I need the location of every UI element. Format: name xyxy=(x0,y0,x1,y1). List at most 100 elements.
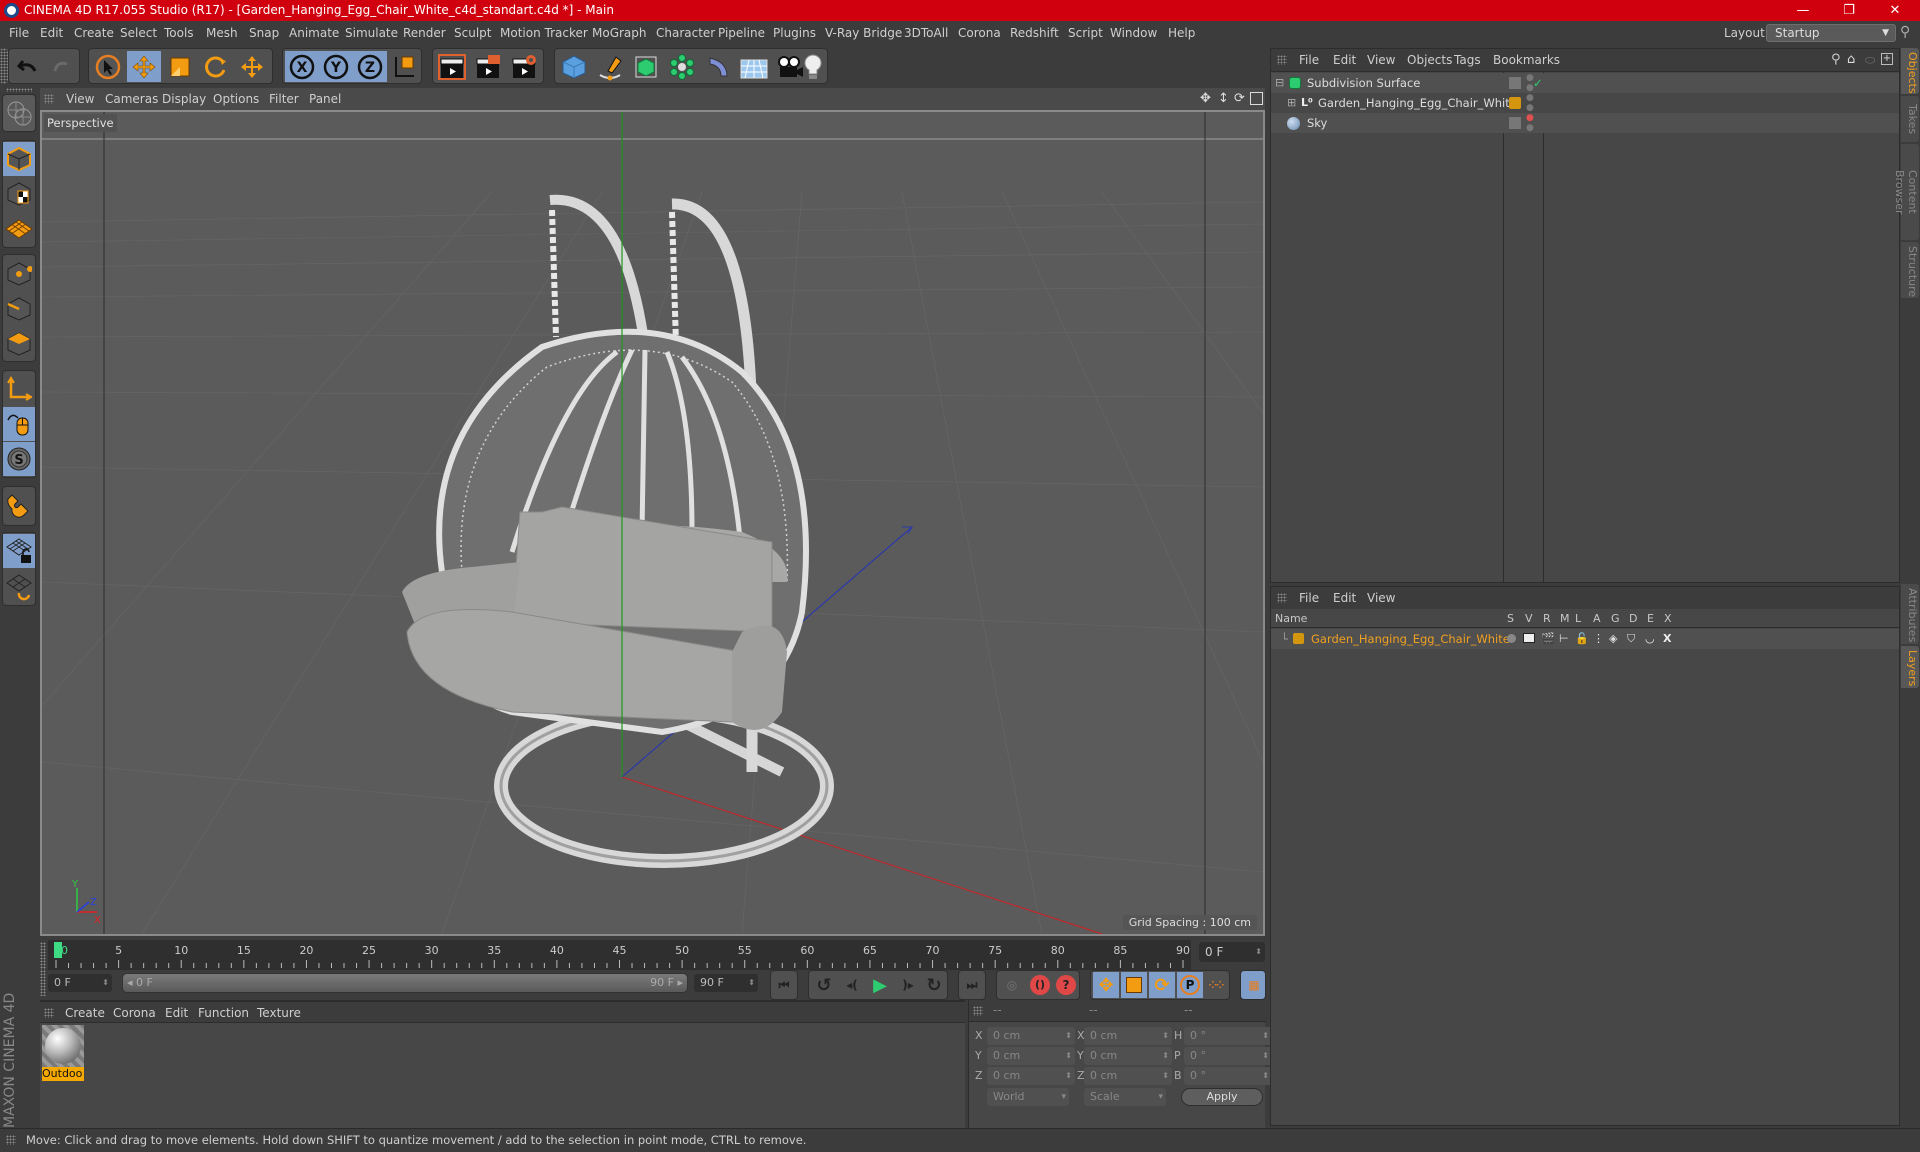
lock-workplane-icon[interactable] xyxy=(3,534,35,568)
tab-attributes[interactable]: Attributes xyxy=(1901,584,1919,644)
autokey-help-icon[interactable]: ? xyxy=(1053,972,1079,998)
texture-mode-icon[interactable] xyxy=(3,177,35,211)
make-editable-icon[interactable] xyxy=(3,96,35,130)
visibility-dots-icon[interactable]: ● ● xyxy=(1526,93,1534,113)
layer-color-swatch[interactable] xyxy=(1293,633,1304,644)
start-frame-field[interactable]: 0 F ⬍ xyxy=(48,974,112,992)
dolly-icon[interactable]: ↕ xyxy=(1218,88,1229,110)
rot-p-field[interactable]: 0 ° ⬍ xyxy=(1184,1047,1272,1065)
material-menu-texture[interactable]: Texture xyxy=(257,1002,301,1024)
menu-sculpt[interactable]: Sculpt xyxy=(454,21,491,46)
layers-menu-file[interactable]: File xyxy=(1299,587,1319,609)
menu-select[interactable]: Select xyxy=(120,21,157,46)
menu-tools[interactable]: Tools xyxy=(164,21,194,46)
viewport-menu-display[interactable]: Display xyxy=(162,88,206,110)
size-y-field[interactable]: 0 cm ⬍ xyxy=(1084,1047,1172,1065)
deformer-icon[interactable] xyxy=(701,51,735,82)
viewport-menu-cameras[interactable]: Cameras xyxy=(105,88,158,110)
viewport-menu-view[interactable]: View xyxy=(66,88,94,110)
material-grip[interactable] xyxy=(44,1008,54,1018)
model-mode-icon[interactable] xyxy=(3,142,35,176)
objects-menu-objects[interactable]: Objects xyxy=(1407,49,1452,71)
go-to-start-icon[interactable]: ⏮ xyxy=(771,972,797,998)
pen-spline-icon[interactable] xyxy=(593,51,627,82)
timeline-window-icon[interactable]: ▦ xyxy=(1241,972,1267,998)
maximize-view-icon[interactable] xyxy=(1250,92,1263,105)
go-to-prev-key-icon[interactable]: ↺ xyxy=(811,972,837,998)
key-pla-icon[interactable]: ⁘⁘ xyxy=(1203,972,1229,998)
tab-objects[interactable]: Objects xyxy=(1901,48,1919,94)
play-forward-step-icon[interactable]: )▸ xyxy=(895,972,921,998)
menu-script[interactable]: Script xyxy=(1068,21,1103,46)
menu-vray-bridge[interactable]: V-Ray Bridge xyxy=(825,21,902,46)
viewport-menu-panel[interactable]: Panel xyxy=(309,88,341,110)
deformers-toggle-icon[interactable]: ⛉ xyxy=(1627,629,1635,649)
render-picture-viewer-icon[interactable] xyxy=(471,51,505,82)
rot-b-field[interactable]: 0 ° ⬍ xyxy=(1184,1067,1272,1085)
menu-create[interactable]: Create xyxy=(74,21,114,46)
cube-icon[interactable] xyxy=(557,51,591,82)
menu-mograph[interactable]: MoGraph xyxy=(592,21,647,46)
tag-display-icon[interactable] xyxy=(1509,117,1521,129)
workplane-rotate-icon[interactable] xyxy=(3,570,35,604)
tab-takes[interactable]: Takes xyxy=(1901,96,1919,142)
object-name[interactable]: Garden_Hanging_Egg_Chair_White xyxy=(1318,93,1517,113)
menu-mesh[interactable]: Mesh xyxy=(206,21,238,46)
go-to-end-icon[interactable]: ⏭ xyxy=(959,972,985,998)
layer-manager-grip[interactable] xyxy=(1277,593,1287,603)
playbar-grip[interactable] xyxy=(40,970,46,996)
column-manager[interactable]: M xyxy=(1560,610,1570,628)
column-render[interactable]: R xyxy=(1543,610,1551,628)
menu-snap[interactable]: Snap xyxy=(249,21,279,46)
lock-toggle-icon[interactable]: 🔓 xyxy=(1575,629,1589,649)
cloner-icon[interactable] xyxy=(665,51,699,82)
key-rotation-icon[interactable]: ⟳ xyxy=(1149,972,1175,998)
pos-y-field[interactable]: 0 cm ⬍ xyxy=(987,1047,1075,1065)
menu-corona[interactable]: Corona xyxy=(958,21,1001,46)
floor-icon[interactable] xyxy=(737,51,771,82)
objects-menu-view[interactable]: View xyxy=(1367,49,1395,71)
current-frame-field[interactable]: 0 F ⬍ xyxy=(1199,942,1265,962)
object-manager-grip[interactable] xyxy=(1277,55,1287,65)
objects-menu-file[interactable]: File xyxy=(1299,49,1319,71)
visible-toggle-icon[interactable] xyxy=(1523,633,1535,643)
pan-icon[interactable]: ✥ xyxy=(1200,88,1211,110)
menu-redshift[interactable]: Redshift xyxy=(1010,21,1059,46)
3d-viewport[interactable]: Y Z X Perspective Grid Spacing : 100 cm xyxy=(40,110,1265,936)
orbit-icon[interactable]: ⟳ xyxy=(1234,88,1245,110)
expand-icon[interactable]: ⊞ xyxy=(1287,93,1296,113)
move-icon[interactable] xyxy=(127,51,161,82)
render-toggle-icon[interactable]: 🎬 xyxy=(1541,629,1555,649)
mode-toolbar-grip[interactable] xyxy=(6,88,32,92)
enabled-check-icon[interactable]: ✓ xyxy=(1533,73,1543,93)
play-reverse-step-icon[interactable]: ◂( xyxy=(839,972,865,998)
y-axis-lock-icon[interactable]: Y xyxy=(319,51,353,82)
viewport-grip[interactable] xyxy=(44,94,54,104)
material-item[interactable]: Outdoo xyxy=(42,1025,84,1081)
object-name[interactable]: Subdivision Surface xyxy=(1307,73,1420,93)
object-row[interactable]: Sky ● ● xyxy=(1271,113,1899,133)
solo-toggle[interactable] xyxy=(1507,634,1516,643)
workplane-mode-icon[interactable] xyxy=(3,212,35,246)
coordinates-grip[interactable] xyxy=(973,1006,983,1016)
layers-menu-edit[interactable]: Edit xyxy=(1333,587,1356,609)
end-frame-field[interactable]: 90 F ⬍ xyxy=(694,974,758,992)
light-icon[interactable] xyxy=(799,51,827,82)
size-x-field[interactable]: 0 cm ⬍ xyxy=(1084,1027,1172,1045)
menu-character[interactable]: Character xyxy=(656,21,715,46)
close-button[interactable]: ✕ xyxy=(1872,0,1918,21)
rot-h-field[interactable]: 0 ° ⬍ xyxy=(1184,1027,1272,1045)
column-deformers[interactable]: D xyxy=(1629,610,1637,628)
menu-help[interactable]: Help xyxy=(1168,21,1195,46)
collapse-icon[interactable]: ⊟ xyxy=(1275,73,1284,93)
manager-toggle-icon[interactable]: ⊢ xyxy=(1559,629,1569,649)
rotate-icon[interactable] xyxy=(199,51,233,82)
column-solo[interactable]: S xyxy=(1507,610,1514,628)
menu-animate[interactable]: Animate xyxy=(289,21,339,46)
pos-z-field[interactable]: 0 cm ⬍ xyxy=(987,1067,1075,1085)
layer-row[interactable]: └ Garden_Hanging_Egg_Chair_White 🎬 ⊢ 🔓 ⋮… xyxy=(1271,629,1899,649)
home-icon[interactable]: ⌂ xyxy=(1847,49,1855,71)
size-z-field[interactable]: 0 cm ⬍ xyxy=(1084,1067,1172,1085)
x-axis-lock-icon[interactable]: X xyxy=(285,51,319,82)
material-menu-function[interactable]: Function xyxy=(198,1002,249,1024)
